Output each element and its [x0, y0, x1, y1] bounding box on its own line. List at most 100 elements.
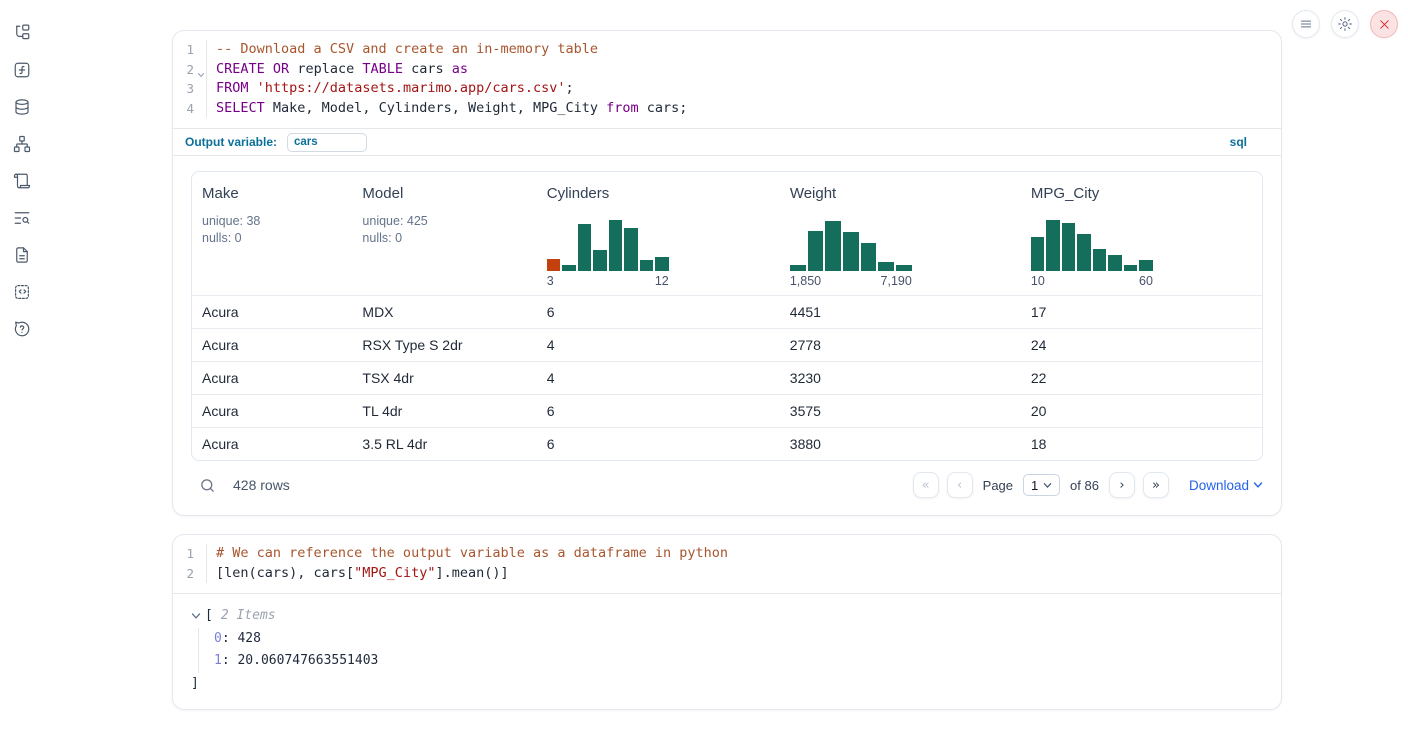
histogram-bar — [843, 232, 859, 271]
sql-cell: 1 -- Download a CSV and create an in-memo… — [172, 30, 1282, 516]
column-histogram: 312 — [547, 218, 669, 288]
histogram-bar — [655, 257, 669, 271]
tree-items-count: 2 Items — [221, 605, 276, 628]
column-header[interactable]: Weight1,8507,190 — [780, 172, 1021, 295]
table-cell: 3.5 RL 4dr — [352, 436, 536, 452]
table-cell: Acura — [192, 403, 352, 419]
search-icon[interactable] — [199, 477, 216, 494]
column-header[interactable]: Cylinders312 — [537, 172, 780, 295]
python-output-tree: [ 2 Items 0: 4281: 20.060747663551403 ] — [173, 594, 1281, 709]
text-search-icon[interactable] — [13, 208, 32, 227]
histogram-bar — [1031, 237, 1045, 271]
close-x-icon[interactable] — [1370, 10, 1398, 38]
settings-gear-icon[interactable] — [1331, 10, 1359, 38]
histogram-bar — [547, 259, 561, 271]
window-controls — [1292, 10, 1398, 38]
page-select[interactable]: 1 — [1023, 474, 1060, 496]
histogram-bar — [640, 260, 654, 271]
download-button[interactable]: Download — [1189, 478, 1263, 493]
table-row: AcuraTSX 4dr4323022 — [192, 361, 1262, 394]
code-text[interactable]: SELECT Make, Model, Cylinders, Weight, M… — [207, 99, 687, 119]
code-text[interactable]: # We can reference the output variable a… — [207, 544, 728, 564]
histogram-bar — [861, 243, 877, 271]
histogram-range-labels: 1060 — [1031, 274, 1153, 288]
table-cell: 17 — [1021, 304, 1262, 320]
tree-open-bracket: [ — [205, 605, 213, 628]
database-icon[interactable] — [13, 97, 32, 116]
code-text[interactable]: FROM 'https://datasets.marimo.app/cars.c… — [207, 79, 574, 99]
table-cell: RSX Type S 2dr — [352, 337, 536, 353]
scroll-icon[interactable] — [13, 171, 32, 190]
language-badge[interactable]: sql — [1230, 135, 1247, 149]
line-number: 1 — [173, 544, 207, 564]
column-header[interactable]: Modelunique: 425nulls: 0 — [352, 172, 536, 295]
table-cell: 3230 — [780, 370, 1021, 386]
histogram-bar — [808, 231, 824, 271]
sql-code-editor[interactable]: 1-- Download a CSV and create an in-memo… — [173, 31, 1281, 128]
table-cell: 18 — [1021, 436, 1262, 452]
first-page-button[interactable]: « — [913, 472, 939, 498]
column-name: Weight — [790, 185, 1015, 202]
table-cell: 6 — [537, 436, 780, 452]
last-page-button[interactable]: » — [1143, 472, 1169, 498]
line-number: 2 — [173, 60, 207, 80]
sql-output: Makeunique: 38nulls: 0Modelunique: 425nu… — [173, 156, 1281, 515]
tree-entry: 0: 428 — [214, 628, 1281, 651]
output-variable-input[interactable] — [287, 133, 367, 152]
file-tree-icon[interactable] — [13, 23, 32, 42]
data-table: Makeunique: 38nulls: 0Modelunique: 425nu… — [191, 171, 1263, 461]
menu-icon[interactable] — [1292, 10, 1320, 38]
histogram-bar — [624, 228, 638, 271]
line-number: 3 — [173, 79, 207, 99]
table-cell: 6 — [537, 403, 780, 419]
histogram-bar — [609, 220, 623, 271]
histogram-bar — [825, 221, 841, 271]
document-icon[interactable] — [13, 245, 32, 264]
help-chat-icon[interactable] — [13, 319, 32, 338]
code-line: 2[len(cars), cars["MPG_City"].mean()] — [173, 564, 1281, 584]
histogram-bar — [1093, 249, 1107, 271]
table-row: Acura3.5 RL 4dr6388018 — [192, 427, 1262, 460]
chevron-down-icon — [1253, 480, 1263, 490]
code-text[interactable]: [len(cars), cars["MPG_City"].mean()] — [207, 564, 509, 584]
network-icon[interactable] — [13, 134, 32, 153]
histogram-bar — [562, 265, 576, 271]
output-variable-label: Output variable: — [185, 135, 277, 149]
code-text[interactable]: -- Download a CSV and create an in-memor… — [207, 40, 598, 60]
code-line: 2CREATE OR replace TABLE cars as — [173, 60, 1281, 80]
table-footer: 428 rows « ‹ Page 1 of 86 › » Download — [191, 465, 1263, 505]
tree-children: 0: 4281: 20.060747663551403 — [198, 628, 1281, 673]
row-count: 428 rows — [233, 477, 290, 493]
table-cell: 3575 — [780, 403, 1021, 419]
column-name: Make — [202, 185, 346, 202]
table-cell: Acura — [192, 436, 352, 452]
code-snippet-icon[interactable] — [13, 282, 32, 301]
column-header[interactable]: MPG_City 1060 — [1021, 172, 1262, 295]
table-cell: 4451 — [780, 304, 1021, 320]
histogram-bar — [1062, 223, 1076, 271]
code-line: 1# We can reference the output variable … — [173, 544, 1281, 564]
table-cell: MDX — [352, 304, 536, 320]
next-page-button[interactable]: › — [1109, 472, 1135, 498]
histogram-bar — [1124, 265, 1138, 271]
table-row: AcuraRSX Type S 2dr4277824 — [192, 328, 1262, 361]
python-code-editor[interactable]: 1# We can reference the output variable … — [173, 535, 1281, 594]
sql-cell-footer: Output variable: sql — [173, 128, 1281, 156]
table-cell: Acura — [192, 370, 352, 386]
code-text[interactable]: CREATE OR replace TABLE cars as — [207, 60, 468, 80]
tree-close-bracket: ] — [191, 673, 1281, 696]
line-number: 2 — [173, 564, 207, 584]
tree-entry: 1: 20.060747663551403 — [214, 650, 1281, 673]
table-cell: 22 — [1021, 370, 1262, 386]
prev-page-button[interactable]: ‹ — [947, 472, 973, 498]
download-label: Download — [1189, 478, 1249, 493]
column-name: MPG_City — [1031, 185, 1256, 202]
column-stats: unique: 425nulls: 0 — [362, 213, 530, 247]
tree-toggle-icon[interactable] — [191, 611, 201, 621]
table-cell: 24 — [1021, 337, 1262, 353]
function-square-icon[interactable] — [13, 60, 32, 79]
column-header[interactable]: Makeunique: 38nulls: 0 — [192, 172, 352, 295]
table-cell: 2778 — [780, 337, 1021, 353]
code-line: 4SELECT Make, Model, Cylinders, Weight, … — [173, 99, 1281, 119]
column-histogram: 1060 — [1031, 218, 1153, 288]
